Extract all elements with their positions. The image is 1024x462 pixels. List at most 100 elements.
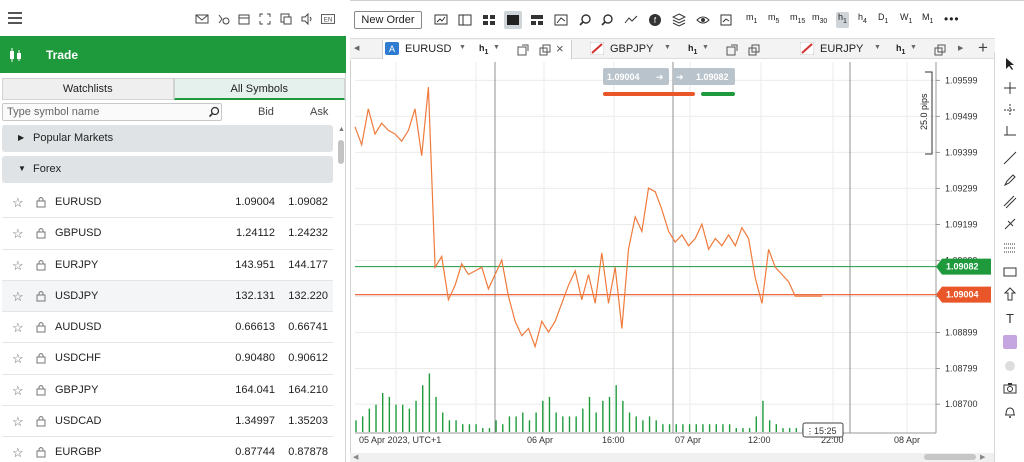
crosshair-icon[interactable] [1000, 78, 1020, 98]
chevron-down-icon[interactable]: ▼ [910, 44, 917, 51]
fullscreen-icon[interactable] [256, 10, 273, 27]
search-icon[interactable] [208, 106, 220, 118]
layers-icon[interactable] [670, 11, 688, 29]
chart-tab-timeframe[interactable]: h1 [896, 43, 905, 56]
scroll-left-icon[interactable]: ◀ [353, 453, 358, 461]
chart-tab-timeframe[interactable]: h1 [479, 43, 488, 56]
draw-chart-icon[interactable] [552, 11, 570, 29]
circle-icon[interactable] [1000, 356, 1020, 376]
split-layout-icon[interactable] [528, 11, 546, 29]
chart-scrollbar-thumb[interactable] [924, 454, 976, 460]
restore-icon[interactable] [748, 44, 760, 56]
symbol-row[interactable]: ☆ USDJPY 132.131 132.220 [2, 280, 333, 313]
chevron-down-icon[interactable]: ▼ [664, 44, 671, 51]
star-icon[interactable]: ☆ [12, 195, 24, 211]
chart-tab-timeframe[interactable]: h1 [688, 43, 697, 56]
star-icon[interactable]: ☆ [12, 414, 24, 430]
timeframe-button[interactable]: m1 [746, 12, 757, 28]
detach-icon[interactable] [726, 44, 738, 56]
tabs-left-arrow-icon[interactable]: ◀ [354, 44, 359, 52]
indicators-icon[interactable]: f [646, 11, 664, 29]
search-input[interactable] [2, 103, 222, 121]
pitchfork-icon[interactable] [1000, 214, 1020, 234]
timeframe-button[interactable]: h1 [836, 12, 849, 28]
eye-icon[interactable] [694, 11, 712, 29]
chevron-down-icon[interactable]: ▼ [459, 44, 466, 51]
cursor-icon[interactable] [1000, 54, 1020, 74]
symbol-row[interactable]: ☆ EURGBP 0.87744 0.87878 [2, 437, 333, 462]
chart-area[interactable]: 1.087001.087991.088991.089991.090991.091… [350, 60, 995, 453]
chart-tab-eurjpy[interactable]: EURJPY ▼ h1 ▼ [798, 40, 958, 59]
single-layout-icon[interactable] [504, 11, 522, 29]
arrow-up-icon[interactable] [1000, 284, 1020, 304]
symbol-list-scrollbar[interactable]: ▲ [336, 124, 346, 462]
timeframe-button[interactable]: h4 [858, 12, 867, 28]
tab-all-symbols[interactable]: All Symbols [173, 78, 345, 100]
group-popular-markets[interactable]: ▶ Popular Markets [2, 125, 333, 152]
star-icon[interactable]: ☆ [12, 445, 24, 461]
star-icon[interactable]: ☆ [12, 289, 24, 305]
zoom-out-icon[interactable] [598, 11, 616, 29]
star-icon[interactable]: ☆ [12, 320, 24, 336]
timeframe-button[interactable]: W1 [900, 12, 912, 28]
bell-icon[interactable] [1000, 402, 1020, 422]
window-icon[interactable] [277, 10, 294, 27]
measure-icon[interactable] [1000, 122, 1020, 142]
fibonacci-icon[interactable] [1000, 238, 1020, 258]
alert-icon[interactable] [214, 10, 231, 27]
symbol-row[interactable]: ☆ EURJPY 143.951 144.177 [2, 250, 333, 281]
layout-icon[interactable] [456, 11, 474, 29]
chevron-down-icon[interactable]: ▼ [874, 44, 881, 51]
scroll-right-icon[interactable]: ▶ [980, 453, 985, 461]
chevron-down-icon[interactable]: ▼ [702, 44, 709, 51]
star-icon[interactable]: ☆ [12, 258, 24, 274]
group-forex[interactable]: ▼ Forex [2, 156, 333, 183]
pen-icon[interactable] [1000, 170, 1020, 190]
tab-watchlists[interactable]: Watchlists [2, 78, 174, 100]
calendar-icon[interactable] [235, 10, 252, 27]
restore-icon[interactable] [934, 44, 946, 56]
star-icon[interactable]: ☆ [12, 383, 24, 399]
chart-scrollbar[interactable]: ◀ ▶ [350, 453, 995, 462]
restore-icon[interactable] [539, 44, 551, 56]
rectangle-icon[interactable] [1000, 262, 1020, 282]
menu-icon[interactable] [8, 12, 22, 24]
detach-icon[interactable] [517, 44, 529, 56]
close-icon[interactable]: × [556, 41, 564, 56]
new-order-button[interactable]: New Order [354, 11, 422, 29]
symbol-row[interactable]: ☆ GBPUSD 1.24112 1.24232 [2, 218, 333, 250]
more-icon[interactable]: ••• [944, 12, 960, 28]
crosshair-plus-icon[interactable] [1000, 100, 1020, 120]
chart-settings-icon[interactable] [432, 11, 450, 29]
chevron-down-icon[interactable]: ▼ [493, 44, 500, 51]
scroll-up-icon[interactable]: ▲ [338, 126, 345, 133]
timeframe-button[interactable]: m15 [790, 12, 805, 28]
symbol-row[interactable]: ☆ AUDUSD 0.66613 0.66741 [2, 312, 333, 344]
zoom-in-icon[interactable] [576, 11, 594, 29]
text-icon[interactable]: T [1000, 308, 1020, 328]
symbol-row[interactable]: ☆ USDCHF 0.90480 0.90612 [2, 343, 333, 375]
mail-icon[interactable] [193, 10, 210, 27]
symbol-row[interactable]: ☆ EURUSD 1.09004 1.09082 [2, 187, 333, 219]
price-chart[interactable]: 1.087001.087991.088991.089991.090991.091… [351, 60, 996, 453]
symbol-row[interactable]: ☆ USDCAD 1.34997 1.35203 [2, 406, 333, 438]
star-icon[interactable]: ☆ [12, 351, 24, 367]
timeframe-button[interactable]: D1 [878, 12, 888, 28]
channel-icon[interactable] [1000, 192, 1020, 212]
template-icon[interactable] [718, 11, 736, 29]
sound-icon[interactable] [298, 10, 315, 27]
tabs-right-arrow-icon[interactable]: ▶ [958, 44, 963, 52]
color-swatch-icon[interactable] [1000, 332, 1020, 352]
chart-tab-eurusd[interactable]: A EURUSD ▼ h1 ▼ × [382, 40, 572, 59]
trend-line-icon[interactable] [1000, 148, 1020, 168]
add-chart-button[interactable]: + [978, 38, 988, 58]
star-icon[interactable]: ☆ [12, 226, 24, 242]
timeframe-button[interactable]: M1 [922, 12, 933, 28]
camera-icon[interactable] [1000, 378, 1020, 398]
grid-layout-icon[interactable] [480, 11, 498, 29]
scrollbar-thumb[interactable] [338, 140, 344, 164]
symbol-row[interactable]: ☆ GBPJPY 164.041 164.210 [2, 375, 333, 407]
line-chart-icon[interactable] [622, 11, 640, 29]
chart-tab-gbpjpy[interactable]: GBPJPY ▼ h1 ▼ [588, 40, 778, 59]
timeframe-button[interactable]: m5 [768, 12, 779, 28]
